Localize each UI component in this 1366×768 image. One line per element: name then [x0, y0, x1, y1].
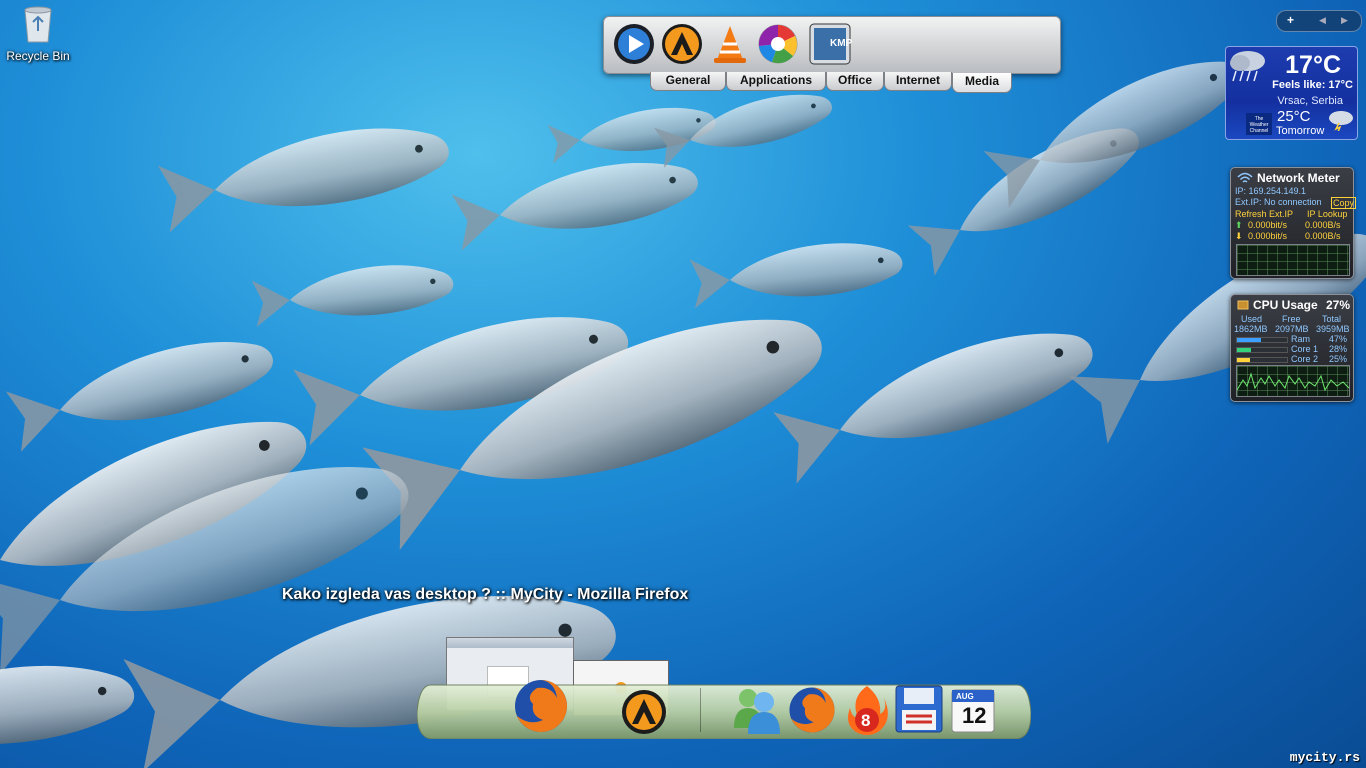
- wifi-icon: [1237, 172, 1253, 183]
- network-meter-gadget[interactable]: Network Meter IP: 169.254.149.1 Ext.IP: …: [1230, 167, 1357, 279]
- free-label: Free: [1282, 314, 1301, 324]
- external-ip: Ext.IP: No connection: [1235, 197, 1322, 207]
- dock-ie8-icon[interactable]: 8: [844, 684, 890, 736]
- calendar-month: AUG: [956, 692, 974, 701]
- core1-value: 28%: [1329, 344, 1348, 354]
- kmplayer-icon[interactable]: KMP: [808, 22, 852, 66]
- ram-label: Ram: [1291, 334, 1311, 344]
- recycle-bin-icon: [24, 6, 52, 43]
- download-bytes: 0.000B/s: [1305, 231, 1341, 241]
- core2-label: Core 2: [1291, 354, 1319, 364]
- ram-value: 47%: [1329, 334, 1348, 344]
- tab-general[interactable]: General: [650, 72, 726, 91]
- total-memory: 3959MB: [1316, 324, 1350, 334]
- gadget-controls: + ◀ ▶: [1276, 10, 1362, 32]
- watermark: mycity.rs: [1289, 750, 1360, 765]
- wallpaper: [0, 41, 1366, 768]
- free-memory: 2097MB: [1275, 324, 1309, 334]
- cpu-graph: [1236, 365, 1350, 397]
- ie8-label: 8: [861, 711, 871, 730]
- used-memory: 1862MB: [1234, 324, 1268, 334]
- tab-applications[interactable]: Applications: [726, 72, 826, 91]
- used-label: Used: [1241, 314, 1263, 324]
- upload-bytes: 0.000B/s: [1305, 220, 1341, 230]
- recycle-bin[interactable]: Recycle Bin: [6, 4, 70, 63]
- weather-gadget[interactable]: 17°C Feels like: 17°C Vrsac, Serbia The …: [1225, 46, 1358, 140]
- aimp-icon[interactable]: [660, 22, 704, 66]
- vlc-icon[interactable]: [708, 22, 752, 66]
- dock-firefox2-icon[interactable]: [786, 684, 838, 736]
- add-gadget-button[interactable]: +: [1287, 13, 1294, 27]
- recycle-bin-label: Recycle Bin: [6, 49, 70, 63]
- core2-bar: [1236, 357, 1288, 363]
- tab-office[interactable]: Office: [826, 72, 884, 91]
- rain-cloud-icon: [1230, 51, 1265, 82]
- refresh-ext-ip-button[interactable]: Refresh Ext.IP: [1235, 209, 1293, 219]
- ip-lookup-button[interactable]: IP Lookup: [1307, 209, 1347, 219]
- prev-gadget-button[interactable]: ◀: [1319, 15, 1326, 26]
- weather-channel-logo: The Weather Channel: [1246, 113, 1272, 135]
- core2-value: 25%: [1329, 354, 1348, 364]
- tab-media[interactable]: Media: [952, 73, 1012, 93]
- download-bits: 0.000bit/s: [1248, 231, 1288, 241]
- current-temperature: 17°C: [1285, 51, 1341, 79]
- tab-internet[interactable]: Internet: [884, 72, 952, 91]
- dock-calendar-icon[interactable]: AUG 12: [950, 684, 996, 734]
- weather-location: Vrsac, Serbia: [1277, 95, 1343, 107]
- network-graph: [1236, 244, 1350, 276]
- dock-firefox-icon[interactable]: [511, 676, 571, 736]
- dock-messenger-icon[interactable]: [730, 684, 784, 734]
- cpu-usage-gadget[interactable]: CPU Usage 27% Used Free Total 1862MB 209…: [1230, 294, 1354, 402]
- app-launcher: KMP: [603, 16, 1061, 74]
- core1-bar: [1236, 347, 1288, 353]
- play-button-icon[interactable]: [612, 22, 656, 66]
- ram-bar: [1236, 337, 1288, 343]
- network-meter-title: Network Meter: [1257, 171, 1340, 185]
- next-gadget-button[interactable]: ▶: [1341, 15, 1348, 26]
- dock-separator: [700, 688, 701, 732]
- local-ip: IP: 169.254.149.1: [1235, 186, 1307, 196]
- kmp-label: KMP: [830, 38, 853, 49]
- dock-aimp-icon[interactable]: [620, 688, 668, 736]
- calendar-day: 12: [962, 703, 987, 728]
- cpu-chip-icon: [1237, 300, 1249, 310]
- feels-like: Feels like: 17°C: [1272, 79, 1353, 91]
- upload-arrow-icon: ⬆: [1235, 220, 1243, 230]
- core1-label: Core 1: [1291, 344, 1319, 354]
- tomorrow-temperature: 25°C: [1277, 108, 1311, 125]
- download-arrow-icon: ⬇: [1235, 231, 1243, 241]
- total-label: Total: [1322, 314, 1342, 324]
- dock-floppy-save-icon[interactable]: [894, 684, 944, 734]
- cpu-usage-title: CPU Usage: [1253, 298, 1318, 312]
- copy-ip-button[interactable]: Copy: [1331, 197, 1357, 209]
- window-preview-caption: Kako izgleda vas desktop ? :: MyCity - M…: [282, 586, 689, 603]
- tomorrow-label: Tomorrow: [1276, 125, 1325, 137]
- upload-bits: 0.000bit/s: [1248, 220, 1288, 230]
- storm-cloud-icon: [1329, 111, 1353, 131]
- cpu-usage-percent: 27%: [1326, 298, 1351, 312]
- picasa-icon[interactable]: [756, 22, 800, 66]
